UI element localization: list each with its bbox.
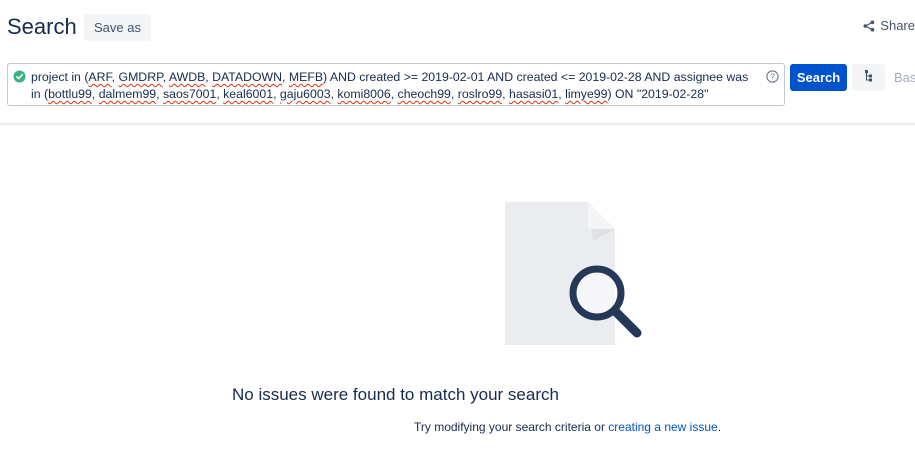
jql-token-unrecognized: MEFB xyxy=(288,70,324,84)
jql-token-unrecognized: saos7001 xyxy=(162,87,217,101)
create-issue-link[interactable]: creating a new issue xyxy=(608,420,717,434)
jql-token-unrecognized: ARF xyxy=(88,70,112,84)
page-header: Search Save as Share xyxy=(0,0,915,58)
search-button[interactable]: Search xyxy=(790,64,847,91)
switch-search-mode-button[interactable] xyxy=(852,64,885,91)
jql-token-unrecognized: komi8006 xyxy=(337,87,391,101)
share-icon xyxy=(863,20,875,32)
jql-token: , xyxy=(111,70,119,84)
jql-token-unrecognized: roslro99 xyxy=(457,87,503,101)
basic-search-link[interactable]: Basi xyxy=(894,70,915,85)
document-search-icon xyxy=(500,200,650,350)
jql-query-text[interactable]: project in (ARF, GMDRP, AWDB, DATADOWN, … xyxy=(31,69,757,103)
empty-state-suffix: . xyxy=(717,420,722,434)
hierarchy-icon xyxy=(863,69,875,87)
empty-state-subtitle: Try modifying your search criteria or cr… xyxy=(414,420,721,434)
jql-token-unrecognized: gaju6003 xyxy=(279,87,331,101)
save-as-button[interactable]: Save as xyxy=(84,14,151,41)
jql-token-unrecognized: cheoch99 xyxy=(397,87,451,101)
share-label: Share xyxy=(880,18,915,33)
jql-token: , xyxy=(282,70,289,84)
jql-token: ) ON "2019-02-28" xyxy=(607,87,709,101)
jql-token: project in ( xyxy=(31,70,89,84)
share-button[interactable]: Share xyxy=(863,18,915,33)
divider xyxy=(0,123,915,125)
jql-query-input[interactable]: project in (ARF, GMDRP, AWDB, DATADOWN, … xyxy=(7,63,785,106)
page-title: Search xyxy=(7,14,77,39)
jql-token-unrecognized: hasasi01 xyxy=(509,87,559,101)
check-circle-icon xyxy=(13,70,26,88)
jql-token: , xyxy=(450,87,458,101)
jql-token: , xyxy=(273,87,280,101)
jql-token: , xyxy=(91,87,99,101)
jql-token-unrecognized: limye99 xyxy=(565,87,608,101)
jql-token-unrecognized: keal6001 xyxy=(223,87,274,101)
empty-state-prefix: Try modifying your search criteria or xyxy=(414,420,609,434)
jql-token-unrecognized: dalmem99 xyxy=(98,87,157,101)
svg-text:?: ? xyxy=(770,71,775,81)
jql-token: , xyxy=(156,87,163,101)
jql-token-unrecognized: AWDB xyxy=(168,70,206,84)
jql-token: , xyxy=(390,87,398,101)
jql-token: , xyxy=(502,87,510,101)
jql-token-unrecognized: bottlu99 xyxy=(48,87,92,101)
jql-token-unrecognized: GMDRP xyxy=(118,70,163,84)
empty-state-title: No issues were found to match your searc… xyxy=(232,385,559,404)
question-circle-icon[interactable]: ? xyxy=(766,70,779,88)
jql-token-unrecognized: DATADOWN xyxy=(212,70,283,84)
